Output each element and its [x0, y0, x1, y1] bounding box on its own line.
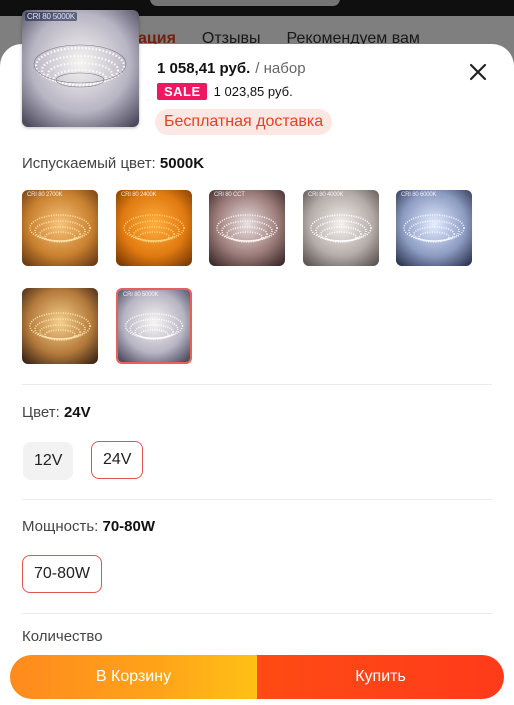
close-button[interactable]: [462, 56, 494, 88]
emitted-color-option[interactable]: CRI 80 CCT: [209, 190, 285, 266]
led-strip-image: [118, 290, 190, 362]
sale-price: 1 023,85 руб.: [213, 84, 293, 99]
add-to-cart-label: В Корзину: [95, 668, 172, 685]
price-block: 1 058,41 руб. / набор SALE 1 023,85 руб.: [157, 60, 306, 100]
product-image: CRI 80 5000K: [22, 10, 139, 127]
led-strip-image: [22, 288, 98, 364]
led-strip-image: [209, 190, 285, 266]
sku-selector-sheet: 1 058,41 руб. / набор SALE 1 023,85 руб.…: [0, 44, 514, 705]
led-strip-image: [116, 190, 192, 266]
option-label: CRI 80 4000K: [308, 192, 344, 198]
option-label: CRI 80 2400K: [121, 192, 157, 198]
action-bar: В Корзину Купить: [10, 655, 504, 699]
emitted-color-title: Испускаемый цвет:: [22, 155, 156, 172]
power-label: Мощность: 70-80W: [22, 518, 155, 535]
led-strip-image: [396, 190, 472, 266]
voltage-title: Цвет:: [22, 404, 60, 421]
option-label: CRI 80 6000K: [401, 192, 437, 198]
emitted-color-option[interactable]: CRI 80 6000K: [396, 190, 472, 266]
price: 1 058,41 руб.: [157, 60, 251, 77]
emitted-color-option[interactable]: CRI 80 2400K: [116, 190, 192, 266]
option-24v-label: 24V: [103, 451, 132, 468]
voltage-value: 24V: [63, 404, 91, 421]
free-shipping-badge: Бесплатная доставка: [155, 109, 333, 135]
option-label: CRI 80 2700K: [27, 192, 63, 198]
emitted-color-option[interactable]: [22, 288, 98, 364]
emitted-color-label: Испускаемый цвет: 5000K: [22, 155, 204, 172]
quantity-label: Количество: [22, 628, 103, 645]
option-label: CRI 80 5000K: [123, 292, 159, 298]
price-unit: / набор: [255, 60, 306, 77]
add-to-cart-button[interactable]: В Корзину: [10, 655, 257, 699]
emitted-color-option[interactable]: CRI 80 4000K: [303, 190, 379, 266]
sale-badge: SALE: [157, 83, 207, 100]
close-icon: [469, 63, 487, 81]
divider: [22, 499, 492, 500]
divider: [22, 613, 492, 614]
buy-now-label: Купить: [355, 668, 406, 685]
option-12v[interactable]: 12V: [23, 442, 74, 480]
option-70-80w[interactable]: 70-80W: [22, 555, 103, 593]
divider: [22, 384, 492, 385]
emitted-color-option[interactable]: CRI 80 5000K: [116, 288, 192, 364]
led-strip-image: [303, 190, 379, 266]
emitted-color-option[interactable]: CRI 80 2700K: [22, 190, 98, 266]
power-value: 70-80W: [102, 518, 156, 535]
option-label: CRI 80 CCT: [214, 192, 245, 198]
power-title: Мощность:: [22, 518, 99, 535]
voltage-label: Цвет: 24V: [22, 404, 91, 421]
option-70-80w-label: 70-80W: [34, 565, 91, 582]
option-24v[interactable]: 24V: [91, 441, 144, 479]
led-strip-image: [22, 190, 98, 266]
emitted-color-value: 5000K: [159, 155, 205, 172]
buy-now-button[interactable]: Купить: [257, 655, 504, 699]
product-image-label: CRI 80 5000K: [25, 12, 77, 21]
option-12v-label: 12V: [34, 452, 63, 469]
